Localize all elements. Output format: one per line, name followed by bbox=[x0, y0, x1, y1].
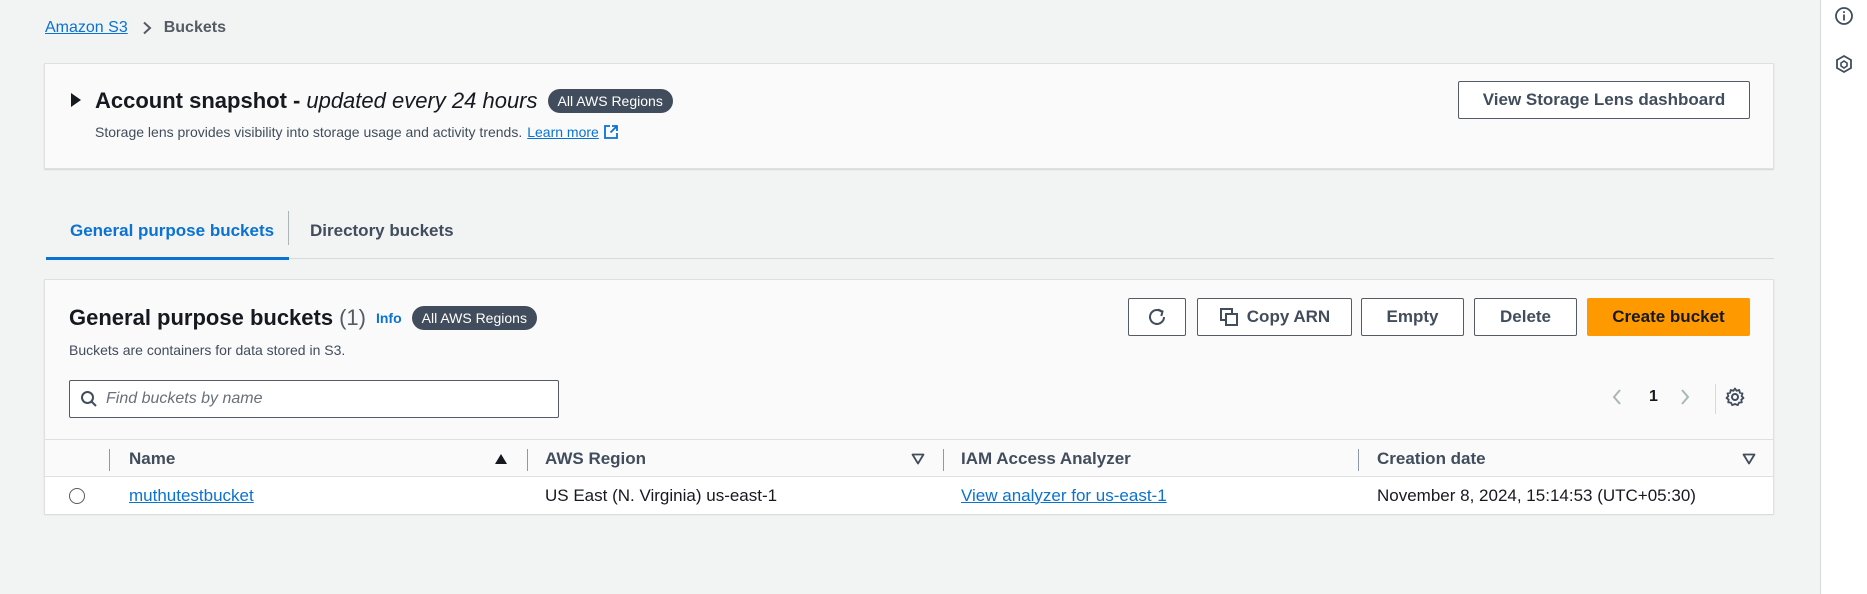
tab-directory-buckets[interactable]: Directory buckets bbox=[289, 203, 454, 259]
chevron-left-icon[interactable] bbox=[1611, 388, 1623, 406]
refresh-icon bbox=[1149, 308, 1165, 325]
empty-button[interactable]: Empty bbox=[1361, 298, 1464, 336]
chevron-right-icon[interactable] bbox=[1679, 388, 1691, 406]
learn-more-link[interactable]: Learn more bbox=[527, 124, 599, 140]
tab-label: General purpose buckets bbox=[70, 221, 275, 240]
gear-icon[interactable] bbox=[1725, 387, 1745, 407]
current-page-number[interactable]: 1 bbox=[1649, 388, 1658, 406]
bucket-count: (1) bbox=[339, 305, 366, 330]
table-row[interactable]: muthutestbucket US East (N. Virginia) us… bbox=[45, 477, 1773, 514]
view-analyzer-link[interactable]: View analyzer for us-east-1 bbox=[961, 486, 1167, 506]
account-snapshot-panel: Account snapshot - updated every 24 hour… bbox=[44, 63, 1774, 169]
chevron-right-icon bbox=[142, 21, 152, 35]
create-bucket-button[interactable]: Create bucket bbox=[1587, 298, 1750, 336]
hexagon-icon[interactable] bbox=[1833, 53, 1855, 75]
right-utility-rail bbox=[1820, 0, 1867, 594]
bucket-region-cell: US East (N. Virginia) us-east-1 bbox=[545, 485, 778, 505]
tab-label: Directory buckets bbox=[310, 221, 454, 240]
snapshot-description: Storage lens provides visibility into st… bbox=[95, 124, 619, 140]
copy-icon bbox=[1219, 308, 1238, 326]
sort-ascending-icon[interactable] bbox=[494, 453, 508, 465]
bucket-name-link[interactable]: muthutestbucket bbox=[129, 486, 254, 506]
pagination-divider bbox=[1715, 384, 1716, 414]
column-divider bbox=[943, 449, 944, 471]
buckets-title: General purpose buckets bbox=[69, 305, 334, 330]
buckets-description: Buckets are containers for data stored i… bbox=[69, 342, 346, 358]
snapshot-title-bold: Account snapshot - bbox=[95, 88, 301, 113]
column-header-name[interactable]: Name bbox=[129, 440, 175, 477]
column-divider bbox=[527, 449, 528, 471]
breadcrumb-buckets: Buckets bbox=[163, 19, 226, 36]
row-select-radio[interactable] bbox=[69, 488, 85, 504]
search-icon bbox=[80, 390, 98, 408]
breadcrumb-amazon-s3[interactable]: Amazon S3 bbox=[45, 19, 128, 37]
refresh-button[interactable] bbox=[1128, 298, 1186, 336]
column-divider bbox=[109, 449, 110, 471]
column-header-creation-date[interactable]: Creation date bbox=[1377, 440, 1486, 477]
sort-toggle-icon[interactable] bbox=[1742, 453, 1756, 465]
search-input[interactable] bbox=[106, 390, 546, 408]
all-regions-badge: All AWS Regions bbox=[547, 89, 673, 113]
snapshot-description-text: Storage lens provides visibility into st… bbox=[95, 124, 523, 140]
copy-arn-label: Copy ARN bbox=[1246, 307, 1331, 326]
copy-arn-button[interactable]: Copy ARN bbox=[1197, 298, 1352, 336]
bucket-name-cell: muthutestbucket bbox=[129, 477, 254, 514]
tab-general-purpose-buckets[interactable]: General purpose buckets bbox=[46, 203, 289, 260]
buckets-header: General purpose buckets (1) Info All AWS… bbox=[69, 305, 537, 331]
delete-button[interactable]: Delete bbox=[1474, 298, 1577, 336]
bucket-type-tabs: General purpose buckets Directory bucket… bbox=[46, 203, 1774, 260]
info-icon[interactable] bbox=[1833, 5, 1855, 27]
external-link-icon[interactable] bbox=[603, 124, 619, 140]
caret-right-icon[interactable] bbox=[70, 93, 82, 112]
breadcrumb: Amazon S3 Buckets bbox=[45, 18, 226, 38]
column-header-region[interactable]: AWS Region bbox=[545, 440, 646, 477]
buckets-table-header: Name AWS Region IAM Access Analyzer Crea… bbox=[45, 439, 1773, 477]
creation-date-cell: November 8, 2024, 15:14:53 (UTC+05:30) bbox=[1377, 485, 1696, 505]
find-buckets-search[interactable] bbox=[69, 380, 559, 418]
general-purpose-buckets-panel: General purpose buckets (1) Info All AWS… bbox=[44, 279, 1774, 514]
sort-toggle-icon[interactable] bbox=[911, 453, 925, 465]
column-divider bbox=[1358, 449, 1359, 471]
snapshot-title-italic: updated every 24 hours bbox=[306, 88, 538, 113]
view-storage-lens-button[interactable]: View Storage Lens dashboard bbox=[1458, 81, 1750, 119]
analyzer-cell: View analyzer for us-east-1 bbox=[961, 477, 1167, 514]
info-link[interactable]: Info bbox=[376, 310, 402, 326]
column-header-iam-analyzer: IAM Access Analyzer bbox=[961, 448, 1131, 468]
all-regions-badge: All AWS Regions bbox=[411, 306, 537, 330]
account-snapshot-title[interactable]: Account snapshot - updated every 24 hour… bbox=[95, 88, 673, 114]
